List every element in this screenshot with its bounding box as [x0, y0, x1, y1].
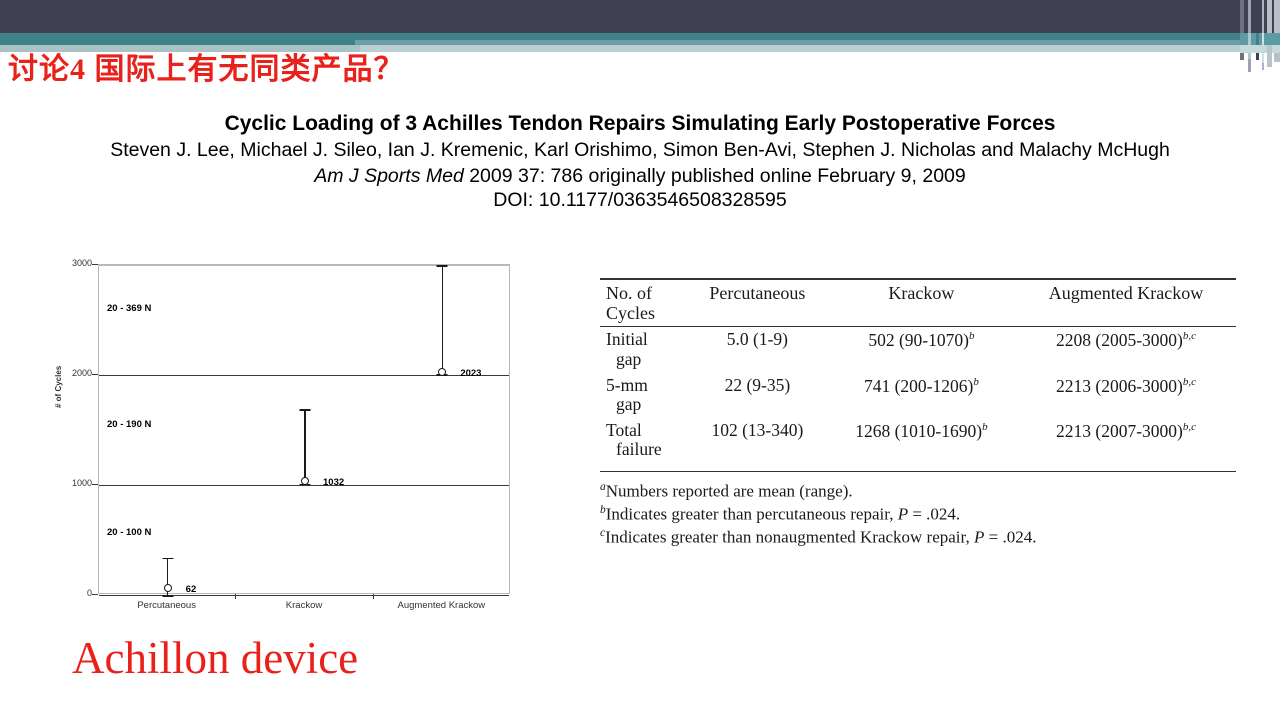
paper-citation-block: Cyclic Loading of 3 Achilles Tendon Repa…: [0, 112, 1280, 212]
table-cell-superscript: b: [968, 330, 975, 343]
table-cell-percutaneous-1: 22 (9-35): [724, 374, 791, 395]
footnote-c: cIndicates greater than nonaugmented Kra…: [600, 527, 1037, 547]
chart-xtick-mark-1: [235, 594, 237, 599]
table-body: Initial gap 5.0 (1-9) 502 (90-1070)b 2208 (2…: [600, 326, 1236, 463]
footnote-marker: c: [600, 527, 606, 540]
edge-accent-pale-1: [1240, 45, 1280, 53]
table-cell-superscript: b,c: [1182, 420, 1197, 433]
table-cell-krackow-0: 502 (90-1070)b: [826, 326, 1017, 373]
table-cell-superscript: b,c: [1182, 330, 1197, 343]
chart-ytick-mark-3000: [92, 264, 98, 265]
table-footnotes: aNumbers reported are mean (range). bIndi…: [600, 470, 1236, 549]
chart-annotation-2: 20 - 100 N: [107, 527, 152, 539]
table-cell-augmented-0: 2208 (2005-3000)b,c: [1016, 326, 1236, 373]
results-table: No. of Cycles Percutaneous Krackow Augme…: [600, 278, 1236, 463]
chart-ytick-mark-1000: [92, 484, 98, 485]
table-header-cycles-line2: Cycles: [606, 303, 655, 324]
journal-details: 2009 37: 786 originally published online…: [463, 165, 966, 188]
table-cell-augmented-2: 2213 (2007-3000)b,c: [1056, 420, 1197, 441]
chart-ytick-label-3000: 3000: [71, 258, 92, 268]
chart-ytick-mark-0: [92, 594, 98, 595]
table-row: Total failure 102 (13-340) 1268 (1010-1690)…: [600, 418, 1236, 463]
table-row-label-line1: Initial: [606, 329, 648, 350]
chart-xtick-label-2: Augmented Krackow: [397, 600, 486, 611]
table-row-label-line2: failure: [616, 439, 662, 460]
footnote-marker: b: [600, 503, 606, 516]
chart-datalabel-2: 2023: [460, 368, 482, 380]
table-cell-percutaneous-2: 102 (13-340): [711, 419, 804, 440]
chart-ytick-label-2000: 2000: [71, 368, 92, 378]
page-title: 讨论4 国际上有无同类产品？: [8, 53, 405, 86]
table-row-label-line1: 5-mm: [606, 374, 648, 395]
table-cell-superscript: b: [973, 375, 979, 388]
paper-authors: Steven J. Lee, Michael J. Sileo, Ian J. …: [110, 138, 1170, 161]
table-header-krackow: Krackow: [826, 278, 1017, 327]
table-cell-percutaneous-0: 5.0 (1-9): [688, 326, 827, 373]
table-row-label-0: Initial gap: [600, 326, 688, 373]
chart-annotation-1: 20 - 190 N: [107, 418, 152, 430]
chart-errorbar-cap-0-high: [162, 557, 174, 560]
chart-errorbar-1: [304, 409, 306, 484]
chart-errorbar-cap-0-low: [162, 595, 174, 597]
table-row-label-line2: gap: [616, 394, 642, 415]
paper-title: Cyclic Loading of 3 Achilles Tendon Repa…: [224, 112, 1056, 135]
footnote-b: bIndicates greater than percutaneous rep…: [600, 503, 961, 524]
table-row: 5-mm gap 22 (9-35) 741 (200-1206)b 2213 (200…: [600, 373, 1236, 418]
paper-journal-line: Am J Sports Med 2009 37: 786 originally …: [0, 165, 1280, 188]
chart-xtick-mark-2: [372, 594, 374, 599]
table-header-row: No. of Cycles Percutaneous Krackow Augme…: [600, 278, 1236, 327]
chart-ytick-mark-2000: [92, 374, 98, 375]
table-cell-augmented-1: 2213 (2006-3000)b,c: [1056, 375, 1197, 396]
footnote-italic: P: [897, 504, 909, 524]
chart-xtick-label-1: Krackow: [285, 600, 323, 611]
chart-plot-area: 20 - 369 N 20 - 190 N 20 - 100 N 62 1032 2023: [98, 264, 510, 597]
footnote-a: aNumbers reported are mean (range).: [600, 480, 853, 501]
footnote-italic: P: [974, 527, 985, 547]
chart-xtick-label-0: Percutaneous: [137, 600, 196, 611]
chart-gridline-0: [99, 594, 509, 596]
chart-errorbar-cap-1-high: [299, 409, 311, 411]
table-row-label-line2: gap: [616, 348, 642, 369]
table-row-label-2: Total failure: [600, 418, 688, 463]
table-header-augmented-krackow: Augmented Krackow: [1016, 278, 1236, 327]
table-cell-krackow-1: 741 (200-1206)b: [863, 375, 979, 396]
table-row-label-line1: Total: [606, 419, 642, 440]
table-cell-superscript: b,c: [1182, 375, 1197, 388]
table-cell-superscript: b: [982, 420, 988, 433]
header-accent-bar-light: [360, 45, 1280, 52]
chart-datapoint-1: [301, 477, 309, 486]
edge-accent-teal-1: [1240, 33, 1280, 45]
chart-errorbar-2: [441, 265, 444, 375]
chart-datapoint-2: [438, 368, 447, 377]
results-table-block: No. of Cycles Percutaneous Krackow Augme…: [600, 278, 1236, 549]
table-row: Initial gap 5.0 (1-9) 502 (90-1070)b 2208 (2…: [600, 326, 1236, 373]
footnote-marker: a: [600, 480, 606, 493]
chart-ytick-label-0: 0: [86, 588, 92, 598]
paper-doi: DOI: 10.1177/0363546508328595: [493, 188, 787, 211]
chart-datapoint-0: [163, 584, 172, 593]
bottom-caption: Achillon device: [72, 633, 359, 683]
table-row-label-1: 5-mm gap: [600, 373, 688, 418]
chart-ytick-label-1000: 1000: [71, 478, 92, 488]
chart-datalabel-0: 62: [185, 584, 197, 596]
table-header-percutaneous: Percutaneous: [688, 278, 827, 327]
chart-errorbar-cap-2-high: [436, 265, 448, 267]
header-navy-bar: [0, 0, 1280, 33]
chart-annotation-0: 20 - 369 N: [107, 303, 152, 314]
edge-accent-pale-2: [1267, 45, 1272, 67]
cycles-chart: # of Cycles 20 - 369 N 20 - 190 N 20 - 100…: [54, 258, 528, 618]
table-header-cycles-line1: No. of: [606, 283, 652, 303]
table-header-cycles: No. of Cycles: [600, 278, 688, 327]
table-cell-krackow-2: 1268 (1010-1690)b: [855, 420, 988, 441]
chart-datalabel-1: 1032: [323, 477, 345, 489]
journal-name: Am J Sports Med: [314, 165, 464, 188]
